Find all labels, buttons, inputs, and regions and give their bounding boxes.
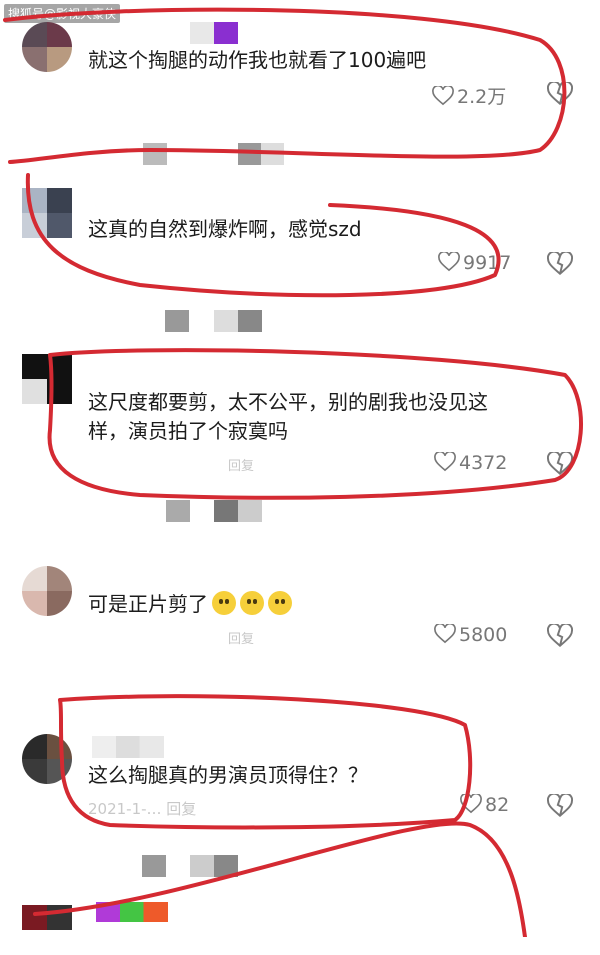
username-mosaic <box>190 22 238 44</box>
avatar[interactable] <box>22 354 72 404</box>
comment-text-line1: 这尺度都要剪，太不公平，别的剧我也没见这 <box>88 390 488 414</box>
comment-text: 这真的自然到爆炸啊，感觉szd <box>88 217 362 241</box>
like-count: 5800 <box>459 624 508 646</box>
dislike-heart-icon[interactable] <box>547 624 573 648</box>
censor-mosaic <box>214 500 262 522</box>
censor-mosaic <box>166 500 190 522</box>
avatar[interactable] <box>22 22 72 72</box>
heart-icon <box>438 252 460 272</box>
like-button[interactable]: 4372 <box>434 452 507 474</box>
comment-meta: 2021-1-… 回复 <box>88 800 197 818</box>
smile-emoji-icon <box>240 591 264 615</box>
comment-text: 可是正片剪了 <box>88 589 568 619</box>
dislike-heart-icon[interactable] <box>547 452 573 476</box>
avatar[interactable] <box>22 188 72 238</box>
like-button[interactable]: 82 <box>460 794 509 816</box>
avatar[interactable] <box>22 566 72 616</box>
heart-icon <box>434 452 456 472</box>
username-mosaic <box>96 902 168 922</box>
dislike-heart-icon[interactable] <box>547 794 573 818</box>
smile-emoji-icon <box>268 591 292 615</box>
dislike-heart-icon[interactable] <box>547 252 573 276</box>
smile-emoji-icon <box>212 591 236 615</box>
like-count: 2.2万 <box>457 86 507 108</box>
like-count: 4372 <box>459 452 508 474</box>
avatar[interactable] <box>22 905 72 955</box>
annotation-marks <box>3 7 583 937</box>
censor-mosaic <box>165 310 189 332</box>
heart-icon <box>432 86 454 106</box>
reply-link[interactable]: 回复 <box>228 628 254 647</box>
censor-mosaic <box>143 143 167 165</box>
like-button[interactable]: 2.2万 <box>432 82 506 109</box>
comment-text: 就这个掏腿的动作我也就看了100遍吧 <box>88 48 427 72</box>
reply-link[interactable]: 回复 <box>228 455 254 474</box>
dislike-heart-icon[interactable] <box>547 82 573 106</box>
censor-mosaic <box>214 310 262 332</box>
like-count: 82 <box>485 794 510 816</box>
watermark: 搜狐号@影视大豪侠 <box>4 4 121 23</box>
censor-mosaic <box>238 143 284 165</box>
censor-mosaic <box>142 855 166 877</box>
comment-text: 这么掏腿真的男演员顶得住？？ <box>88 763 368 787</box>
like-button[interactable]: 5800 <box>434 624 507 646</box>
like-button[interactable]: 9917 <box>438 252 511 274</box>
comment-text-line2: 样，演员拍了个寂寞吗 <box>88 419 288 443</box>
like-count: 9917 <box>463 252 512 274</box>
avatar[interactable] <box>22 734 72 784</box>
heart-icon <box>434 624 456 644</box>
heart-icon <box>460 794 482 814</box>
username-mosaic <box>92 736 164 758</box>
comment-text-body: 可是正片剪了 <box>88 592 208 616</box>
censor-mosaic <box>190 855 238 877</box>
